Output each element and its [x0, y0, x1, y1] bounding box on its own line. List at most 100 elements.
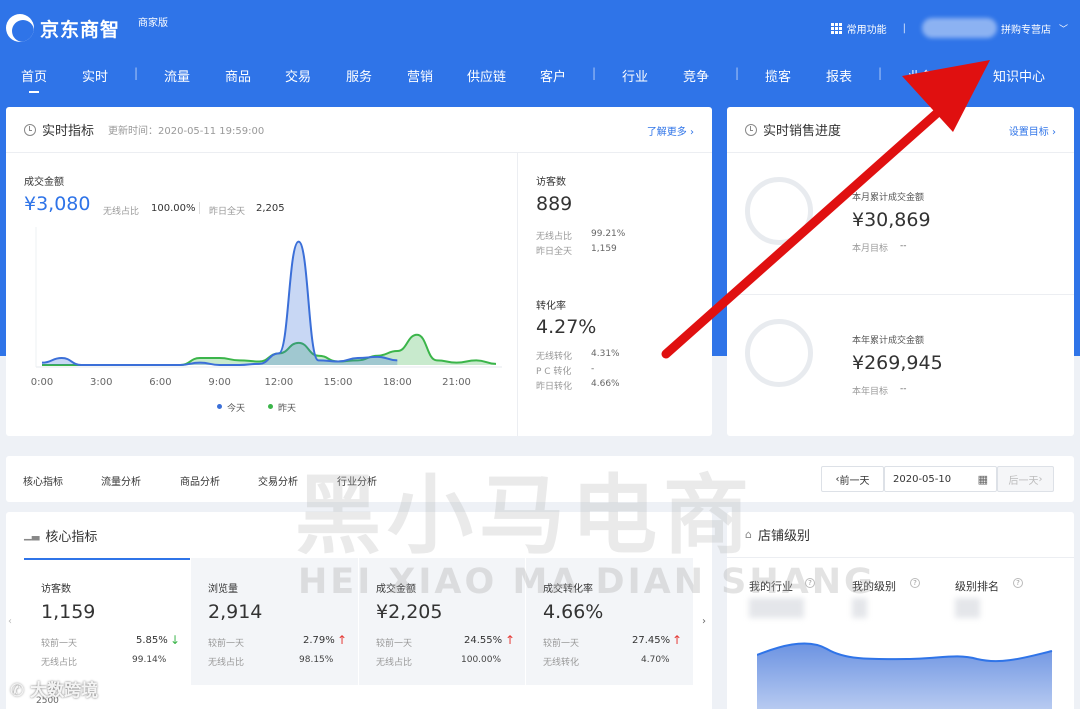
- kpi-conversion[interactable]: 成交转化率 4.66% 较前一天 27.45% ↑ 无线转化 4.70%: [526, 558, 693, 685]
- gmv-value: ¥3,080: [24, 193, 91, 215]
- arrow-up-icon: ↑: [672, 633, 683, 647]
- kpi-compare-label: 较前一天: [543, 639, 580, 649]
- help-icon[interactable]: ?: [910, 578, 920, 588]
- chevron-down-icon[interactable]: ﹀: [1059, 22, 1068, 35]
- x-tick-label: 12:00: [264, 377, 293, 388]
- calendar-icon: ▦: [977, 472, 988, 486]
- blurred-value: [852, 598, 867, 618]
- tab-trade[interactable]: 交易分析: [258, 473, 298, 488]
- x-tick-label: 18:00: [383, 377, 412, 388]
- kpi-compare-value: 5.85%: [136, 635, 168, 646]
- core-title: 核心指标: [45, 529, 98, 545]
- kpi-compare-value: 2.79%: [303, 635, 335, 646]
- level-trend-chart: [757, 642, 1053, 709]
- series-line-今天: [41, 240, 398, 366]
- v-wireless-label: 无线占比: [536, 232, 573, 242]
- tab-product[interactable]: 商品分析: [180, 473, 220, 488]
- level-col-rank: 级别排名: [955, 580, 999, 593]
- nav-item-marketing[interactable]: 营销: [407, 66, 433, 85]
- clock-icon: [24, 123, 36, 136]
- v-wireless-value: 99.21%: [591, 229, 626, 239]
- kpi-gmv[interactable]: 成交金额 ¥2,205 较前一天 24.55% ↑ 无线占比 100.00%: [359, 558, 525, 685]
- nav-item-trade[interactable]: 交易: [285, 66, 311, 85]
- arrow-up-icon: ↑: [337, 633, 348, 647]
- kpi-sub-value: 98.15%: [299, 655, 334, 665]
- nav-item-realtime[interactable]: 实时: [82, 66, 108, 85]
- blurred-value: [749, 598, 804, 618]
- x-tick-label: 6:00: [149, 377, 171, 388]
- core-y-tick: 2500: [36, 696, 59, 706]
- tab-industry[interactable]: 行业分析: [337, 473, 377, 488]
- kpi-visitors[interactable]: 访客数 1,159 较前一天 5.85% ↓ 无线占比 99.14%: [24, 558, 190, 685]
- divider: [517, 153, 518, 436]
- store-level-header: ⌂ 店铺级别: [727, 512, 1074, 558]
- yesterday-value: 2,205: [256, 203, 285, 214]
- kpi-sub-label: 无线占比: [376, 658, 413, 668]
- legend-yesterday-label[interactable]: 昨天: [278, 401, 296, 414]
- scroll-right-icon[interactable]: ›: [702, 616, 706, 627]
- store-level-title: 店铺级别: [757, 529, 810, 544]
- yesterday-label: 昨日全天: [209, 207, 246, 217]
- kpi-label: 成交金额: [376, 584, 416, 595]
- series-area-今天: [42, 241, 398, 365]
- year-target-value: --: [900, 384, 907, 394]
- kpi-sub-value: 99.14%: [132, 655, 167, 665]
- kpi-value: 2,914: [208, 601, 263, 623]
- x-tick-label: 15:00: [324, 377, 353, 388]
- divider: [199, 202, 200, 214]
- core-card-header: ▁▃ 核心指标: [6, 512, 712, 558]
- x-tick-label: 9:00: [208, 377, 230, 388]
- kpi-sub-label: 无线占比: [208, 658, 245, 668]
- nav-item-service[interactable]: 服务: [346, 66, 372, 85]
- scroll-left-icon[interactable]: ‹: [8, 616, 12, 627]
- kpi-value: ¥2,205: [376, 601, 443, 623]
- c-pc-label: P C 转化: [536, 367, 572, 377]
- prev-day-button[interactable]: ‹ 前一天: [821, 466, 884, 492]
- realtime-card: 实时指标 更新时间：2020-05-11 19:59:00 了解更多 › 成交金…: [6, 107, 712, 436]
- tab-traffic[interactable]: 流量分析: [101, 473, 141, 488]
- kpi-sub-label: 无线占比: [41, 658, 78, 668]
- store-icon: ⌂: [745, 528, 752, 541]
- level-col-level: 我的级别: [852, 580, 896, 593]
- date-picker[interactable]: 2020-05-10 ▦: [884, 466, 997, 492]
- year-target-label: 本年目标: [852, 387, 889, 397]
- kpi-sub-value: 4.70%: [641, 655, 670, 665]
- kpi-label: 访客数: [41, 584, 71, 595]
- wireless-share-value: 100.00%: [151, 203, 196, 214]
- v-yesterday-value: 1,159: [591, 244, 617, 254]
- tab-core[interactable]: 核心指标: [23, 473, 63, 488]
- c-wireless-value: 4.31%: [591, 349, 620, 359]
- red-arrow-annotation: [661, 60, 990, 359]
- kpi-pageviews[interactable]: 浏览量 2,914 较前一天 2.79% ↑ 无线占比 98.15%: [191, 558, 358, 685]
- kpi-sub-value: 100.00%: [461, 655, 502, 665]
- c-wireless-label: 无线转化: [536, 352, 573, 362]
- x-tick-label: 21:00: [442, 377, 471, 388]
- level-col-industry: 我的行业: [749, 580, 793, 593]
- arrow-down-icon: ↓: [170, 633, 181, 647]
- next-day-button[interactable]: 后一天 ›: [997, 466, 1054, 492]
- nav-divider: |: [134, 66, 139, 80]
- nav-item-product[interactable]: 商品: [225, 66, 251, 85]
- nav-item-traffic[interactable]: 流量: [164, 66, 190, 85]
- brand-name: 京东商智: [40, 18, 121, 41]
- nav-item-industry[interactable]: 行业: [622, 66, 648, 85]
- help-icon[interactable]: ?: [1013, 578, 1023, 588]
- kpi-label: 成交转化率: [543, 584, 593, 595]
- realtime-chart: 0:00 3:00 6:00 9:00 12:00 15:00 18:00 21:00: [31, 227, 502, 388]
- store-level-card: ⌂ 店铺级别 我的行业 ? 我的级别 ? 级别排名 ?: [727, 512, 1074, 709]
- nav-item-customer[interactable]: 客户: [540, 66, 566, 85]
- visitors-label: 访客数: [536, 177, 566, 188]
- edition-label: 商家版: [138, 18, 168, 29]
- legend-today-label[interactable]: 今天: [227, 401, 245, 414]
- nav-item-home[interactable]: 首页: [21, 66, 47, 93]
- nav-item-supply-chain[interactable]: 供应链: [467, 66, 506, 85]
- help-icon[interactable]: ?: [805, 578, 815, 588]
- x-tick-label: 3:00: [90, 377, 112, 388]
- realtime-card-header: 实时指标 更新时间：2020-05-11 19:59:00 了解更多 ›: [6, 107, 712, 153]
- level-trend-area: [757, 643, 1052, 709]
- brand-logo[interactable]: 京东商智: [6, 14, 120, 42]
- kpi-compare-value: 27.45%: [632, 635, 671, 646]
- legend-today-dot: [217, 404, 222, 409]
- conversion-value: 4.27%: [536, 316, 597, 338]
- chart-grid: [35, 227, 502, 368]
